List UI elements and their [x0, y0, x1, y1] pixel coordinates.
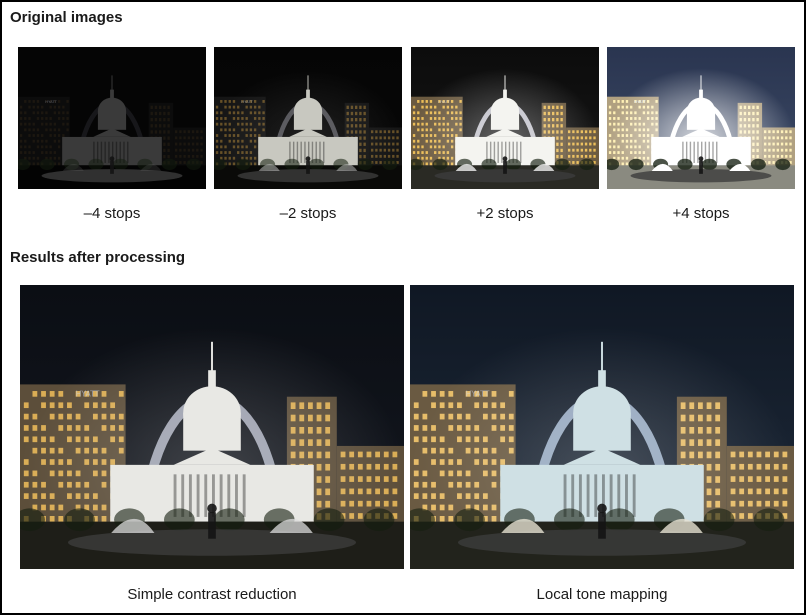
original-image-minus2: HYATT: [214, 47, 402, 189]
caption-minus4: –4 stops: [83, 205, 141, 222]
night-scene-illustration: HYATT: [411, 47, 599, 189]
original-image-plus2: HYATT: [411, 47, 599, 189]
night-scene-illustration: HYATT: [214, 47, 402, 189]
original-images-heading: Original images: [10, 9, 123, 26]
caption-local-tone-mapping: Local tone mapping: [536, 586, 668, 603]
figure-frame: Original images HYATT HYATT HYATT HYATT: [0, 0, 806, 615]
result-image-contrast-reduction: HYATT: [20, 285, 404, 569]
night-scene-illustration: HYATT: [607, 47, 795, 189]
results-heading: Results after processing: [10, 249, 186, 266]
night-scene-illustration: HYATT: [20, 285, 404, 569]
caption-plus2: +2 stops: [476, 205, 534, 222]
caption-plus4: +4 stops: [672, 205, 730, 222]
caption-contrast-reduction: Simple contrast reduction: [127, 586, 297, 603]
night-scene-illustration: HYATT: [18, 47, 206, 189]
night-scene-illustration: HYATT: [410, 285, 794, 569]
caption-minus2: –2 stops: [279, 205, 337, 222]
result-image-local-tone-mapping: HYATT: [410, 285, 794, 569]
original-image-plus4: HYATT: [607, 47, 795, 189]
original-image-minus4: HYATT: [18, 47, 206, 189]
